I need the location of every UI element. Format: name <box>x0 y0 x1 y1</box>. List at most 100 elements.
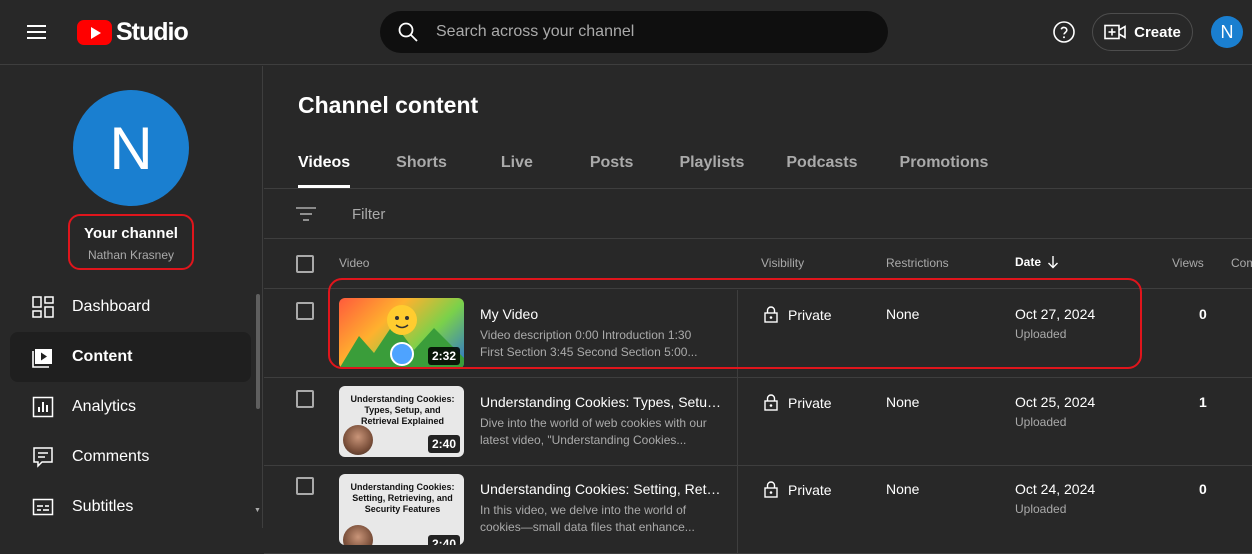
column-video: Video <box>339 256 370 270</box>
row-checkbox[interactable] <box>296 477 314 495</box>
video-title[interactable]: Understanding Cookies: Types, Setup, ... <box>480 394 725 410</box>
upload-status: Uploaded <box>1015 415 1067 429</box>
table-row[interactable]: Understanding Cookies: Types, Setup, and… <box>264 378 1252 466</box>
analytics-icon <box>32 396 54 418</box>
sidebar-item-analytics[interactable]: Analytics <box>10 382 251 432</box>
views-cell: 0 <box>1199 481 1207 497</box>
search-icon <box>398 22 418 42</box>
sort-down-icon <box>1048 256 1059 269</box>
column-date[interactable]: Date <box>1015 255 1059 269</box>
presenter-face-image <box>343 525 373 545</box>
video-duration: 2:40 <box>427 535 460 545</box>
table-row[interactable]: 2:32 My Video Video description 0:00 Int… <box>264 290 1252 378</box>
column-visibility[interactable]: Visibility <box>761 256 804 270</box>
tab-promotions[interactable]: Promotions <box>900 154 989 188</box>
tab-podcasts[interactable]: Podcasts <box>786 154 857 188</box>
views-cell: 1 <box>1199 394 1207 410</box>
thumbnail-caption: Understanding Cookies: Setting, Retrievi… <box>350 482 455 514</box>
comments-icon <box>33 447 53 468</box>
your-channel-label: Your channel <box>84 225 178 242</box>
tab-playlists[interactable]: Playlists <box>679 154 744 188</box>
table-row[interactable]: Understanding Cookies: Setting, Retrievi… <box>264 466 1252 554</box>
date-cell: Oct 27, 2024 <box>1015 306 1096 322</box>
tab-videos[interactable]: Videos <box>298 154 351 188</box>
column-divider <box>737 290 738 378</box>
visibility-cell[interactable]: Private <box>764 394 832 411</box>
visibility-label: Private <box>788 306 832 323</box>
video-thumbnail[interactable]: 2:32 <box>339 298 464 369</box>
sidebar: N Your channel Nathan Krasney Dashboard … <box>0 66 263 528</box>
select-all-checkbox[interactable] <box>296 255 314 273</box>
lock-icon <box>764 394 778 411</box>
views-cell: 0 <box>1199 306 1207 322</box>
restrictions-cell: None <box>886 481 920 497</box>
search-input[interactable] <box>436 23 856 41</box>
upload-status: Uploaded <box>1015 502 1067 516</box>
lock-icon <box>764 481 778 498</box>
row-checkbox[interactable] <box>296 390 314 408</box>
youtube-logo-icon <box>77 20 112 45</box>
column-restrictions[interactable]: Restrictions <box>886 256 949 270</box>
sidebar-item-content[interactable]: Content <box>10 332 251 382</box>
sidebar-item-dashboard[interactable]: Dashboard <box>10 282 251 332</box>
column-divider <box>737 466 738 554</box>
column-date-label: Date <box>1015 255 1042 269</box>
upload-status: Uploaded <box>1015 327 1067 341</box>
thumbnail-caption: Understanding Cookies: Types, Setup, and… <box>350 394 455 426</box>
visibility-cell[interactable]: Private <box>764 481 832 498</box>
sidebar-item-subtitles[interactable]: Subtitles <box>10 482 251 532</box>
search-bar[interactable] <box>380 11 888 53</box>
visibility-cell[interactable]: Private <box>764 306 832 323</box>
column-views[interactable]: Views <box>1172 256 1204 270</box>
content-icon <box>32 349 52 368</box>
tab-shorts[interactable]: Shorts <box>396 154 447 188</box>
sidebar-item-label: Dashboard <box>72 298 151 315</box>
video-duration: 2:32 <box>427 347 460 365</box>
video-title[interactable]: Understanding Cookies: Setting, Retrie..… <box>480 481 725 497</box>
restrictions-cell: None <box>886 394 920 410</box>
table-header: Video Visibility Restrictions Date Views… <box>264 240 1252 289</box>
sidebar-item-comments[interactable]: Comments <box>10 432 251 482</box>
dashboard-icon <box>32 296 54 318</box>
date-cell: Oct 25, 2024 <box>1015 394 1096 410</box>
filter-bar[interactable]: Filter <box>264 189 1252 239</box>
column-divider <box>737 378 738 466</box>
restrictions-cell: None <box>886 306 920 322</box>
account-avatar[interactable]: N <box>1211 16 1243 48</box>
sidebar-scrollbar[interactable] <box>256 294 260 409</box>
create-button[interactable]: Create <box>1092 13 1193 51</box>
sidebar-nav: Dashboard Content Analytics Comments Sub… <box>10 282 251 532</box>
subtitles-icon <box>32 498 54 516</box>
visibility-label: Private <box>788 394 832 411</box>
video-duration: 2:40 <box>427 435 460 453</box>
video-title[interactable]: My Video <box>480 306 725 322</box>
lock-icon <box>764 306 778 323</box>
column-comments[interactable]: Com <box>1231 256 1252 270</box>
youtube-studio-logo[interactable]: Studio <box>77 18 189 47</box>
menu-icon[interactable] <box>24 20 50 44</box>
sidebar-item-label: Content <box>72 348 133 365</box>
top-bar: Studio Create N <box>0 0 1252 65</box>
presenter-face-image <box>343 425 373 455</box>
sidebar-item-label: Subtitles <box>72 498 134 515</box>
video-thumbnail[interactable]: Understanding Cookies: Types, Setup, and… <box>339 386 464 457</box>
create-label: Create <box>1134 23 1181 41</box>
filter-input[interactable]: Filter <box>352 206 385 223</box>
video-description: Video description 0:00 Introduction 1:30… <box>480 328 698 359</box>
filter-icon[interactable] <box>296 206 316 222</box>
video-thumbnail[interactable]: Understanding Cookies: Setting, Retrievi… <box>339 474 464 545</box>
channel-name: Nathan Krasney <box>87 248 175 262</box>
tab-live[interactable]: Live <box>501 154 533 188</box>
main-content: Channel content Videos Shorts Live Posts… <box>264 66 1252 554</box>
your-channel-block[interactable]: Your channel Nathan Krasney <box>68 214 194 270</box>
channel-avatar[interactable]: N <box>73 90 189 206</box>
sidebar-item-label: Comments <box>72 448 150 465</box>
row-checkbox[interactable] <box>296 302 314 320</box>
content-tabs: Videos Shorts Live Posts Playlists Podca… <box>298 154 988 188</box>
tab-posts[interactable]: Posts <box>590 154 634 188</box>
scroll-down-icon[interactable]: ▼ <box>254 507 261 514</box>
page-title: Channel content <box>298 92 479 118</box>
help-icon[interactable] <box>1052 20 1076 44</box>
create-video-icon <box>1104 24 1126 40</box>
date-cell: Oct 24, 2024 <box>1015 481 1096 497</box>
